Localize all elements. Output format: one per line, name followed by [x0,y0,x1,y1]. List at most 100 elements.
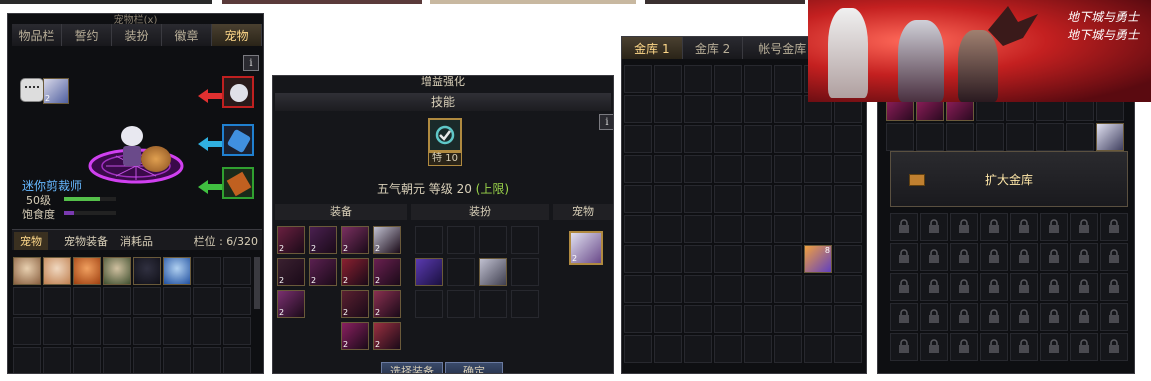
bank-slot-empty[interactable] [744,155,772,183]
bank-slot-empty[interactable] [744,275,772,303]
bank-slot-empty[interactable] [834,335,862,363]
equip-item-slot[interactable]: 2 [341,258,369,286]
bank-slot-empty[interactable] [684,305,712,333]
pet-equip-slot-red[interactable] [222,76,254,108]
pet-slot-empty[interactable] [13,347,41,373]
bank-slot-empty[interactable] [744,185,772,213]
bank-slot-empty[interactable] [624,215,652,243]
pet-slot-pet-boy-orange[interactable] [73,257,101,285]
pet-slot-empty[interactable] [163,287,191,315]
chat-bubble-icon[interactable] [20,78,44,102]
buff-pet-slot[interactable]: 2 [569,231,603,265]
pet-slot-empty[interactable] [223,317,251,345]
pet-slot-empty[interactable] [73,317,101,345]
pet-slot-empty[interactable] [193,257,221,285]
pet-slot-empty[interactable] [103,317,131,345]
bank-slot-empty[interactable] [714,65,742,93]
bank-slot-empty[interactable] [834,185,862,213]
bank-slot-empty[interactable] [654,155,682,183]
bank-slot-empty[interactable] [714,275,742,303]
bank-slot-empty[interactable] [624,335,652,363]
pet-slot-empty[interactable] [13,317,41,345]
bank-slot-empty[interactable] [774,65,802,93]
bank-slot-empty[interactable] [804,335,832,363]
bank-slot-empty[interactable] [684,215,712,243]
avatar-slot-empty[interactable] [415,290,443,318]
skill-icon[interactable] [428,118,462,152]
pet-slot-empty[interactable] [223,287,251,315]
bank-slot-empty[interactable] [774,95,802,123]
bank-slot-empty[interactable] [624,95,652,123]
pet-slot-empty[interactable] [103,347,131,373]
bank-slot-empty[interactable] [804,155,832,183]
pet-slot-empty[interactable] [133,287,161,315]
bank-slot-empty[interactable] [654,275,682,303]
account-item-slot[interactable] [1096,123,1124,151]
pet-slot-empty[interactable] [43,347,71,373]
pet-slot-empty[interactable] [133,317,161,345]
bank-slot-empty[interactable] [774,275,802,303]
pet-slot-pet-blue-mage[interactable] [163,257,191,285]
tab-bank-2[interactable]: 金库 2 [682,37,744,59]
avatar-slot-empty[interactable] [447,226,475,254]
bank-slot-empty[interactable] [804,275,832,303]
bank-slot-empty[interactable] [714,245,742,273]
bank-slot-empty[interactable] [684,275,712,303]
equip-item-slot[interactable]: 2 [373,322,401,350]
tab-emblem[interactable]: 徽章 [162,24,212,46]
tab-pledge[interactable]: 誓约 [62,24,112,46]
bank-slot-empty[interactable] [714,305,742,333]
bank-slot-empty[interactable] [774,185,802,213]
bank-slot-empty[interactable] [684,125,712,153]
account-slot-empty[interactable] [886,123,914,151]
equip-item-slot[interactable]: 2 [277,290,305,318]
avatar-slot-empty[interactable] [511,258,539,286]
pet-slot-empty[interactable] [43,317,71,345]
bank-slot-empty[interactable] [834,155,862,183]
bank-slot-empty[interactable] [624,245,652,273]
bank-slot-empty[interactable] [804,215,832,243]
bank-slot-empty[interactable] [834,305,862,333]
avatar-slot-empty[interactable] [447,258,475,286]
bank-slot-empty[interactable] [714,215,742,243]
tab-inventory[interactable]: 物品栏 [12,24,62,46]
bank-slot-empty[interactable] [624,65,652,93]
pet-accessory-item[interactable]: 2 [43,78,69,104]
bank-slot-empty[interactable] [774,155,802,183]
bank-slot-empty[interactable] [774,215,802,243]
bank-slot-empty[interactable] [654,335,682,363]
equip-item-slot[interactable]: 2 [341,290,369,318]
bank-slot-empty[interactable] [714,335,742,363]
avatar-item-slot[interactable] [479,258,507,286]
avatar-slot-empty[interactable] [479,226,507,254]
bank-slot-empty[interactable] [654,65,682,93]
bank-slot-empty[interactable] [624,125,652,153]
bank-slot-empty[interactable] [774,305,802,333]
pet-slot-pet-girl-2[interactable] [43,257,71,285]
bank-slot-empty[interactable] [774,125,802,153]
bank-slot-empty[interactable] [744,335,772,363]
avatar-slot-empty[interactable] [447,290,475,318]
pet-equip-slot-blue[interactable] [222,124,254,156]
info-icon[interactable]: i [599,114,613,130]
bank-slot-empty[interactable] [804,125,832,153]
bank-slot-empty[interactable] [624,305,652,333]
bank-slot-empty[interactable] [744,305,772,333]
select-equip-button[interactable]: 选择装备 [381,362,443,373]
bank-slot-empty[interactable] [774,245,802,273]
bank-slot-empty[interactable] [714,155,742,183]
equip-item-slot[interactable]: 2 [373,226,401,254]
subtab-pet[interactable]: 宠物 [14,232,48,250]
pet-slot-empty[interactable] [193,317,221,345]
avatar-slot-empty[interactable] [415,226,443,254]
pet-slot-empty[interactable] [133,347,161,373]
bank-slot-empty[interactable] [744,95,772,123]
pet-equip-slot-green[interactable] [222,167,254,199]
tab-avatar[interactable]: 装扮 [112,24,162,46]
bank-slot-empty[interactable] [684,95,712,123]
equip-item-slot[interactable]: 2 [373,258,401,286]
bank-slot-empty[interactable] [654,305,682,333]
pet-slot-empty[interactable] [193,287,221,315]
bank-slot-empty[interactable] [684,65,712,93]
bank-slot-empty[interactable] [624,275,652,303]
